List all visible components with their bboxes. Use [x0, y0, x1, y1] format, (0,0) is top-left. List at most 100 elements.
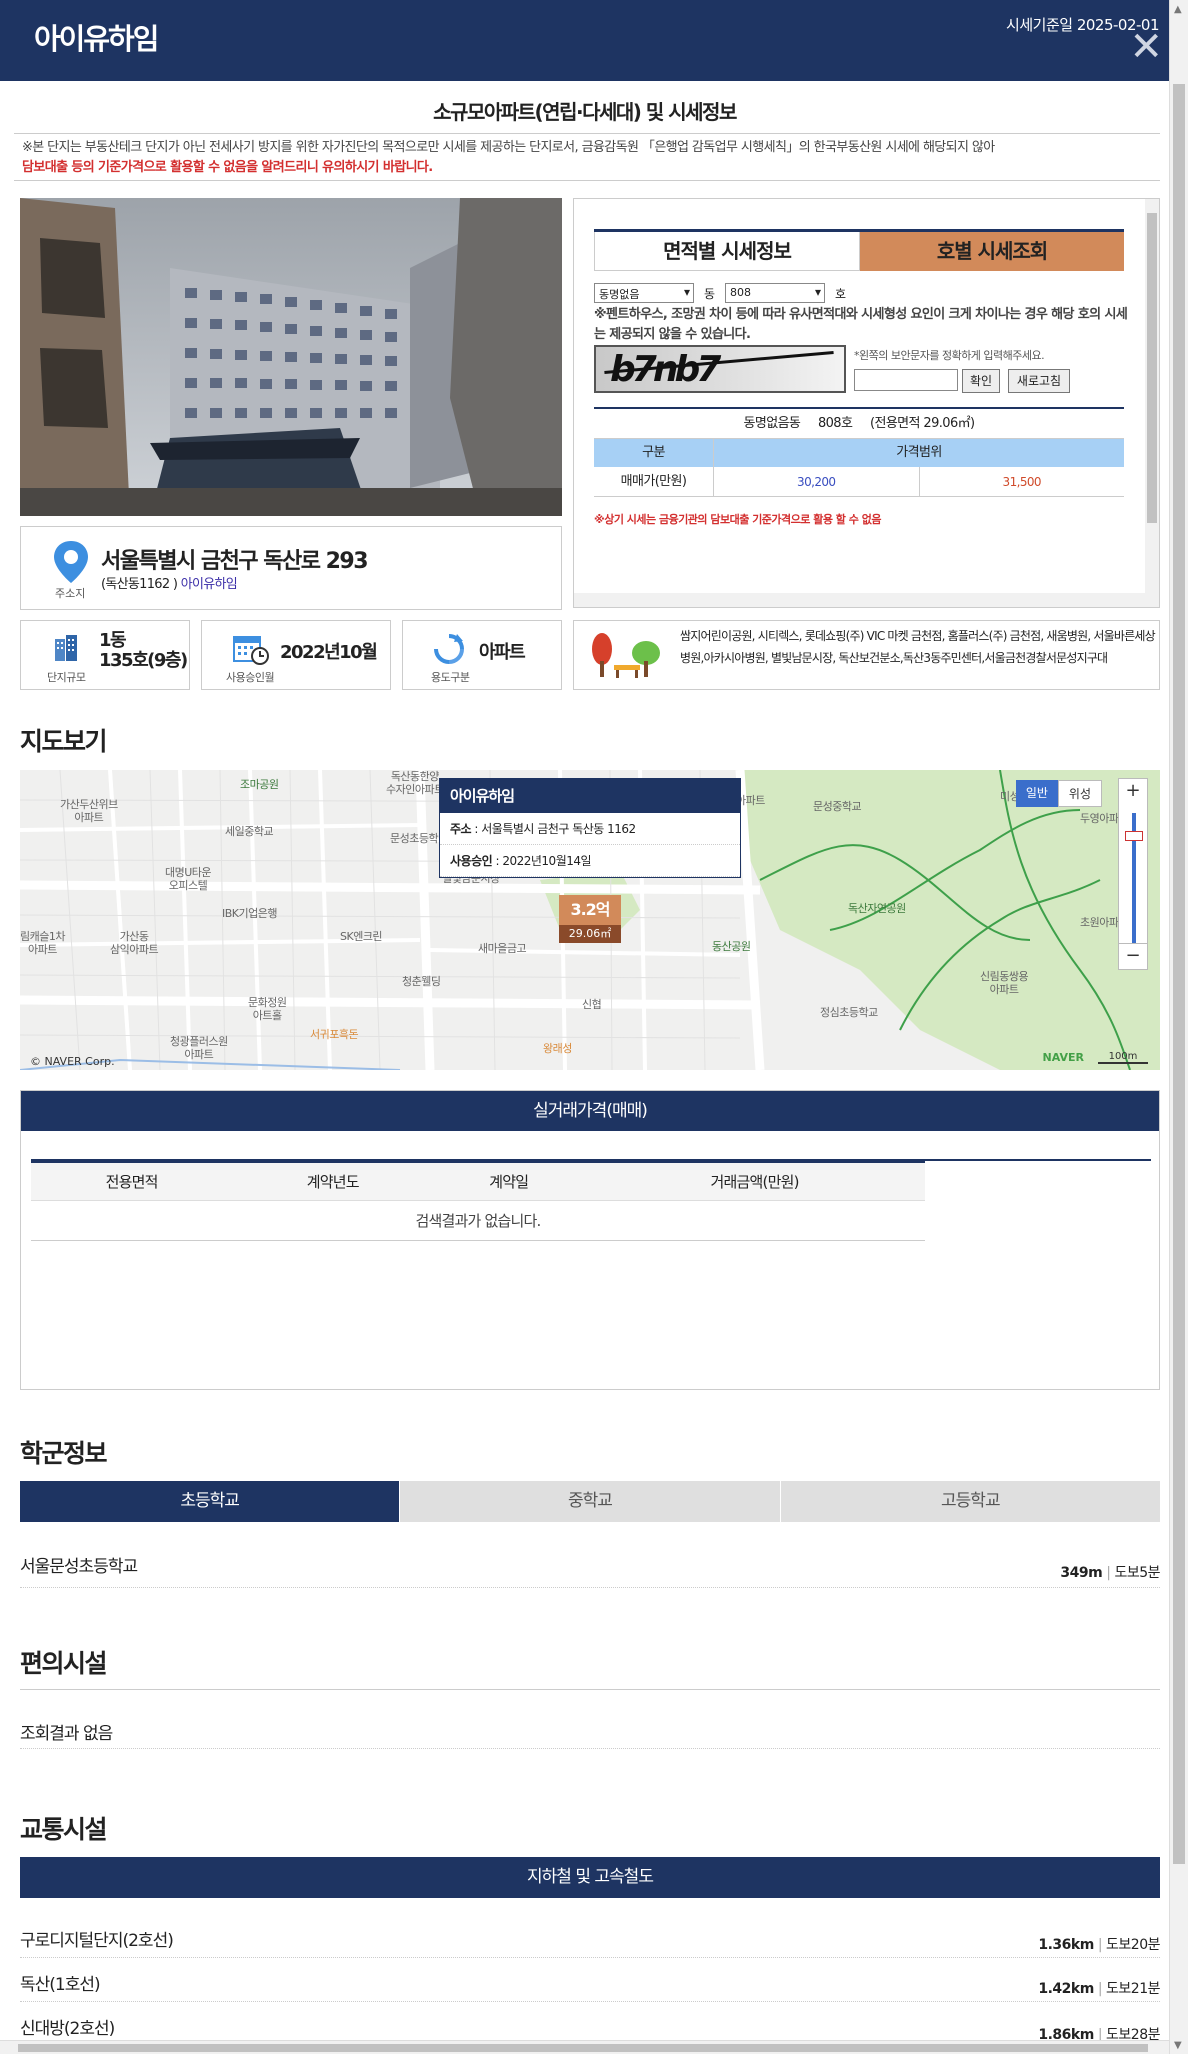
approval-box: 사용승인월 2022년10월	[201, 620, 391, 690]
horizontal-scrollbar[interactable]	[0, 2040, 1169, 2054]
top-header: 아이유하임 시세기준일 2025-02-01 ✕	[0, 0, 1169, 81]
map-label: IBK기업은행	[222, 907, 277, 920]
price-high: 31,500	[1002, 475, 1042, 489]
marker-area: 29.06㎡	[559, 925, 621, 943]
map-info-popup: 아이유하임 주소 : 서울특별시 금천구 독산동 1162 사용승인 : 202…	[439, 778, 741, 878]
ho-suffix: 호	[835, 286, 847, 301]
panel-scrollbar[interactable]	[1145, 199, 1159, 607]
map-label: 대명U타운 오피스텔	[165, 866, 212, 892]
close-icon[interactable]: ✕	[1129, 27, 1163, 67]
confirm-button[interactable]: 확인	[962, 369, 1000, 393]
captcha-image: b7nb7	[594, 345, 846, 393]
complex-name: 아이유하임	[34, 22, 159, 56]
notice-box: ※본 단지는 부동산테크 단지가 아닌 전세사기 방지를 위한 자가진단의 목적…	[14, 133, 1160, 181]
popup-address: : 서울특별시 금천구 독산동 1162	[471, 822, 636, 836]
map-label: 정심초등학교	[820, 1006, 878, 1019]
naver-logo: NAVER	[1042, 1051, 1084, 1064]
map-label: 가산동 삼익아파트	[110, 930, 159, 956]
list-item: 구로디지털단지(2호선) 1.36km | 도보20분	[20, 1924, 1160, 1958]
usage-box: 용도구분 아파트	[402, 620, 562, 690]
tab-area-price[interactable]: 면적별 시세정보	[594, 232, 860, 271]
complex-link[interactable]: 아이유하임	[181, 577, 238, 592]
deal-empty: 검색결과가 없습니다.	[31, 1200, 925, 1241]
popup-address-row: 주소 : 서울특별시 금천구 독산동 1162	[440, 813, 740, 845]
scroll-down-icon[interactable]: ▼	[1174, 2040, 1182, 2051]
complex-photo	[20, 198, 562, 516]
panel-hscrollbar[interactable]	[574, 593, 1146, 607]
map-label: 조마공원	[240, 778, 279, 791]
list-item: 조회결과 없음	[20, 1717, 1160, 1749]
tab-unit-price[interactable]: 호별 시세조회	[860, 232, 1124, 271]
deal-price-title: 실거래가격(매매)	[21, 1091, 1159, 1131]
scroll-up-icon[interactable]: ▲	[1174, 4, 1182, 15]
transport-section-title: 교통시설	[20, 1815, 108, 1844]
map-type-normal[interactable]: 일반	[1015, 780, 1058, 807]
map-label: 문화정원 아트홀	[248, 996, 287, 1022]
map-scale: 100m	[1098, 1051, 1148, 1064]
map-label: 왕래성	[543, 1042, 572, 1055]
dong-select[interactable]: 동명없음	[594, 283, 694, 303]
popup-address-label: 주소	[450, 822, 472, 836]
hscroll-thumb[interactable]	[18, 2044, 1148, 2052]
map-label: 동산공원	[712, 940, 751, 953]
map-type-satellite[interactable]: 위성	[1057, 780, 1102, 807]
tab-middle[interactable]: 중학교	[399, 1481, 780, 1522]
map-label: SK엔크린	[340, 930, 383, 943]
map-label: 가산두산위브 아파트	[60, 798, 118, 824]
usage-value: 아파트	[479, 642, 526, 663]
map-label: 새마을금고	[478, 942, 527, 955]
address-label: 주소지	[55, 587, 86, 600]
ho-select[interactable]: 808	[725, 283, 826, 303]
convenience-empty: 조회결과 없음	[20, 1724, 113, 1744]
station-distance: 1.86km | 도보28분	[1038, 2024, 1160, 2040]
refresh-button[interactable]: 새로고침	[1008, 369, 1070, 393]
popup-approval-date: : 2022년10월14일	[492, 854, 592, 868]
park-icon	[588, 631, 668, 685]
col-date: 계약일	[433, 1162, 585, 1201]
school-section-title: 학군정보	[20, 1439, 108, 1468]
distance-value: 1.86km	[1038, 2027, 1094, 2040]
map-label: 문성초등학	[390, 832, 439, 845]
map-type-toggle: 일반 위성	[1015, 780, 1102, 807]
unit-select-row: 동명없음 동 808 호	[594, 283, 846, 303]
col-area: 전용면적	[31, 1162, 233, 1201]
dong-suffix: 동	[704, 286, 716, 301]
captcha-input[interactable]	[854, 369, 958, 391]
station-name: 신대방(2호선)	[20, 2019, 115, 2039]
zoom-in-button[interactable]: +	[1119, 779, 1147, 805]
tab-elementary[interactable]: 초등학교	[20, 1481, 400, 1522]
building-icon	[51, 633, 81, 667]
station-name: 독산(1호선)	[20, 1975, 101, 1995]
marker-price: 3.2억	[559, 895, 621, 925]
nearby-box: 쌈지어린이공원, 시티렉스, 롯데쇼핑(주) VIC 마켓 금천점, 홈플러스(…	[573, 620, 1160, 690]
distance-value: 1.42km	[1038, 1981, 1094, 1997]
unit-price-title: 동명없음동 808호 (전용면적 29.06㎡)	[594, 409, 1124, 439]
list-item: 서울문성초등학교 349m | 도보5분	[20, 1550, 1160, 1588]
price-marker[interactable]: 3.2억 29.06㎡	[559, 895, 621, 943]
col-range: 가격범위	[896, 445, 942, 460]
map-copyright: © NAVER Corp.	[30, 1055, 115, 1068]
notice-line2: 담보대출 등의 기준가격으로 활용할 수 없음을 알려드리니 유의하시기 바랍니…	[22, 160, 433, 175]
map-label: 두영아파	[1080, 812, 1119, 825]
convenience-section-title: 편의시설	[20, 1649, 108, 1678]
school-name: 서울문성초등학교	[20, 1557, 138, 1577]
map-label: 청춘웰딩	[402, 975, 441, 988]
walk-time: 도보5분	[1114, 1565, 1160, 1581]
col-type: 구분	[594, 439, 714, 467]
deal-price-panel: 실거래가격(매매) 전용면적 계약년도 계약일 거래금액(만원) 검색결과가 없…	[20, 1090, 1160, 1390]
school-distance: 349m | 도보5분	[1060, 1565, 1160, 1581]
road-address: 서울특별시 금천구 독산로 293	[101, 549, 369, 574]
list-item: 신대방(2호선) 1.86km | 도보28분	[20, 2012, 1160, 2040]
vertical-scrollbar[interactable]: ▲ ▼	[1169, 0, 1188, 2054]
scale-label: 단지규모	[47, 671, 86, 684]
zoom-out-button[interactable]: −	[1119, 943, 1147, 969]
zoom-control: + −	[1118, 778, 1148, 970]
tab-high[interactable]: 고등학교	[779, 1481, 1160, 1522]
col-year: 계약년도	[232, 1162, 434, 1201]
map-view[interactable]: 가산두산위브 아파트 조마공원 세일중학교 대명U타운 오피스텔 IBK기업은행…	[20, 770, 1160, 1070]
subway-bar[interactable]: 지하철 및 고속철도	[20, 1857, 1160, 1898]
col-amount: 거래금액(만원)	[584, 1162, 925, 1201]
scroll-thumb[interactable]	[1173, 84, 1185, 1864]
zoom-slider-handle[interactable]	[1125, 831, 1143, 841]
row-label: 매매가(만원)	[594, 467, 714, 496]
